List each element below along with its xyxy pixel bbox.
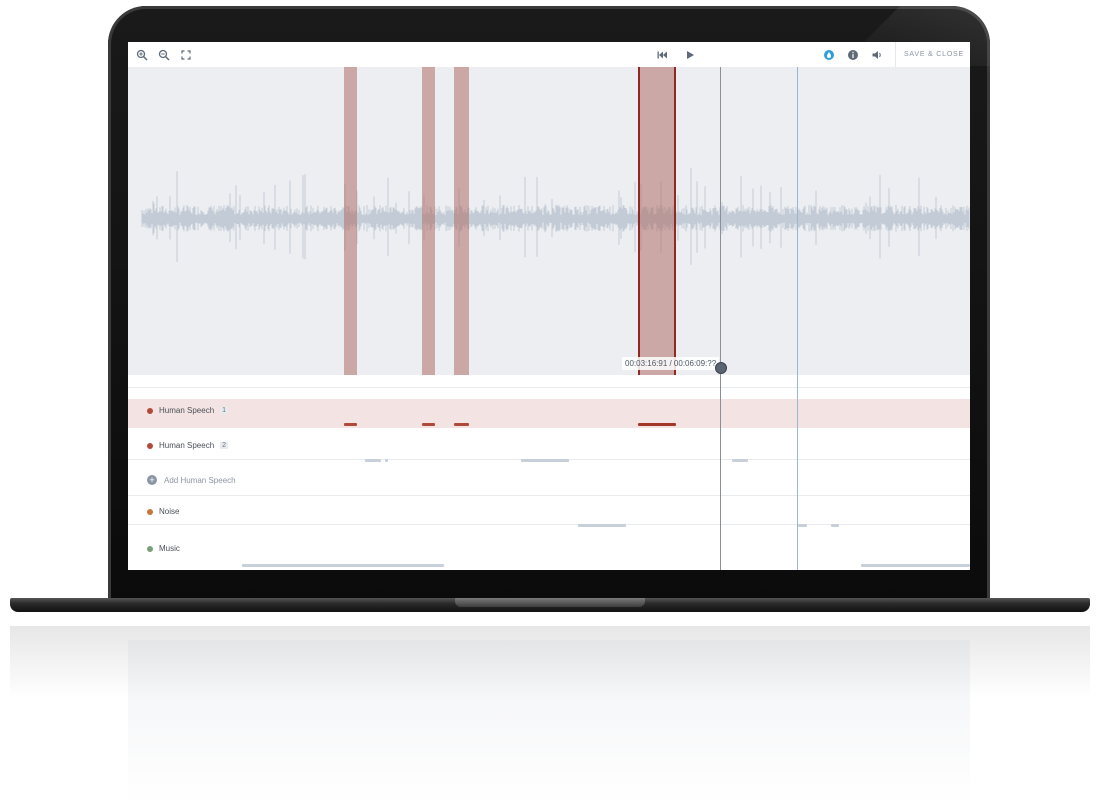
laptop-notch xyxy=(455,598,645,607)
track-index-badge: 1 xyxy=(220,407,229,414)
track-music[interactable]: Music xyxy=(128,538,970,570)
time-readout: 00:03:16:91 / 00:06:09:?? xyxy=(622,357,720,370)
divider xyxy=(128,495,970,496)
speech-segment[interactable] xyxy=(454,67,469,375)
segment-bar[interactable] xyxy=(861,564,970,567)
volume-icon[interactable] xyxy=(871,49,883,61)
playhead-handle[interactable] xyxy=(715,362,727,374)
playhead[interactable] xyxy=(720,67,721,570)
zoom-out-icon[interactable] xyxy=(158,49,170,61)
track-color-dot xyxy=(147,407,153,414)
add-track-label: Add Human Speech xyxy=(164,475,236,485)
track-name: Human Speech xyxy=(159,441,215,450)
track-color-dot xyxy=(147,508,153,515)
track-human-speech-1[interactable]: Human Speech 1 xyxy=(128,399,970,428)
segment-bar[interactable] xyxy=(831,524,839,527)
segment-bar[interactable] xyxy=(454,423,469,426)
waveform-path xyxy=(141,168,970,265)
track-name: Music xyxy=(159,544,180,553)
segment-bar[interactable] xyxy=(242,564,444,567)
toolbar-actions: SAVE & CLOSE xyxy=(823,42,964,67)
screen-reflection xyxy=(128,640,970,807)
app-screen: SAVE & CLOSE Human Speech 1 Human Speech… xyxy=(128,42,970,570)
segment-bar[interactable] xyxy=(385,459,388,462)
playback-controls xyxy=(656,42,696,67)
segment-bar[interactable] xyxy=(798,524,807,527)
info-icon[interactable] xyxy=(847,49,859,61)
segment-bar[interactable] xyxy=(732,459,748,462)
speech-segment[interactable] xyxy=(344,67,357,375)
zoom-in-icon[interactable] xyxy=(136,49,148,61)
segment-bar[interactable] xyxy=(344,423,357,426)
save-close-button[interactable]: SAVE & CLOSE xyxy=(894,42,964,67)
track-name: Noise xyxy=(159,507,180,516)
divider xyxy=(128,524,970,525)
segment-bar[interactable] xyxy=(638,423,676,426)
plus-icon: + xyxy=(147,475,157,485)
waveform-area[interactable] xyxy=(128,67,970,375)
track-name: Human Speech xyxy=(159,406,215,415)
divider xyxy=(128,387,970,388)
zoom-controls xyxy=(136,42,192,67)
segment-bar[interactable] xyxy=(521,459,569,462)
add-human-speech-button[interactable]: + Add Human Speech xyxy=(147,475,236,485)
cursor-line xyxy=(797,67,798,570)
segment-bar[interactable] xyxy=(422,423,435,426)
fullscreen-icon[interactable] xyxy=(180,49,192,61)
skip-back-icon[interactable] xyxy=(656,49,668,61)
segment-bar[interactable] xyxy=(365,459,381,462)
track-human-speech-2[interactable]: Human Speech 2 xyxy=(128,435,970,463)
track-list: Human Speech 1 Human Speech 2 + Add Huma… xyxy=(128,375,970,570)
speech-segment-active[interactable] xyxy=(638,67,676,375)
track-label: Human Speech 2 xyxy=(147,441,229,450)
waveform xyxy=(141,168,970,265)
track-index-badge: 2 xyxy=(220,442,229,449)
track-label: Human Speech 1 xyxy=(147,406,229,415)
track-label: Music xyxy=(147,544,180,553)
track-color-dot xyxy=(147,545,153,552)
track-label: Noise xyxy=(147,507,179,516)
play-icon[interactable] xyxy=(684,49,696,61)
track-noise[interactable]: Noise xyxy=(128,501,970,529)
drop-icon[interactable] xyxy=(823,49,835,61)
speech-segment[interactable] xyxy=(422,67,435,375)
track-color-dot xyxy=(147,442,153,449)
toolbar: SAVE & CLOSE xyxy=(128,42,970,68)
segment-bar[interactable] xyxy=(578,524,626,527)
